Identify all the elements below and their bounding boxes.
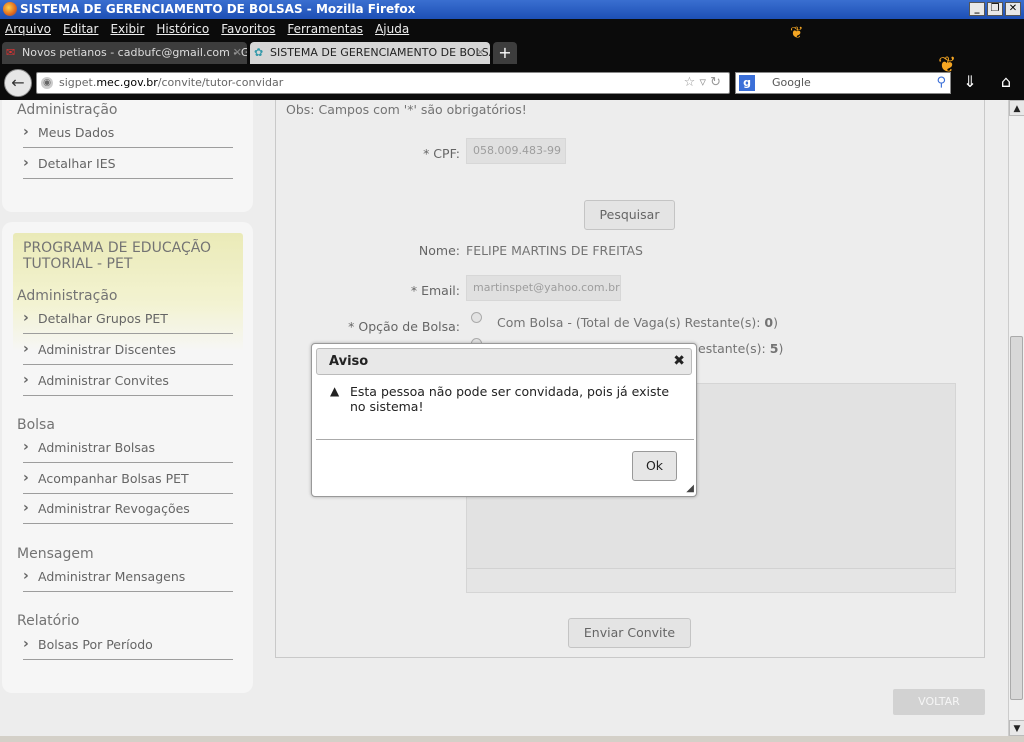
search-placeholder: Google bbox=[772, 76, 811, 89]
back-button[interactable]: ← bbox=[4, 69, 32, 97]
dialog-body: ▲ Esta pessoa não pode ser convidada, po… bbox=[330, 384, 680, 414]
ok-button[interactable]: Ok bbox=[632, 451, 677, 481]
tab-gmail[interactable]: ✉ Novos petianos - cadbufc@gmail.com - G… bbox=[2, 42, 247, 64]
download-icon[interactable]: ⇓ bbox=[958, 72, 982, 94]
url-path: /convite/tutor-convidar bbox=[157, 76, 284, 89]
warning-dialog: Aviso ✖ ▲ Esta pessoa não pode ser convi… bbox=[311, 343, 697, 497]
new-tab-button[interactable]: + bbox=[493, 42, 517, 64]
dialog-message: Esta pessoa não pode ser convidada, pois… bbox=[350, 384, 670, 414]
tab-label: SISTEMA DE GERENCIAMENTO DE BOLSAS bbox=[270, 46, 490, 59]
dialog-header: Aviso ✖ bbox=[316, 348, 692, 375]
menu-ferramentas[interactable]: Ferramentas bbox=[287, 19, 363, 39]
menu-favoritos[interactable]: Favoritos bbox=[221, 19, 275, 39]
menu-historico[interactable]: Histórico bbox=[156, 19, 209, 39]
dialog-title: Aviso bbox=[329, 354, 369, 369]
scroll-down-icon[interactable]: ▼ bbox=[1009, 720, 1024, 736]
site-identity-icon[interactable]: ◉ bbox=[41, 77, 53, 89]
tab-close-icon[interactable]: ✕ bbox=[476, 42, 485, 64]
window-title: SISTEMA DE GERENCIAMENTO DE BOLSAS - Moz… bbox=[20, 2, 416, 16]
url-bar[interactable]: ◉ sigpet.mec.gov.br/convite/tutor-convid… bbox=[36, 72, 730, 94]
restore-button[interactable]: ❐ bbox=[987, 2, 1003, 16]
gmail-icon: ✉ bbox=[6, 46, 16, 59]
search-box[interactable]: g Google ⚲ bbox=[735, 72, 951, 94]
window-controls: _ ❐ ✕ bbox=[969, 2, 1021, 16]
close-window-button[interactable]: ✕ bbox=[1005, 2, 1021, 16]
tab-label: Novos petianos - cadbufc@gmail.com - G..… bbox=[22, 46, 247, 59]
menu-ajuda[interactable]: Ajuda bbox=[375, 19, 409, 39]
warning-icon: ▲ bbox=[330, 384, 340, 398]
close-icon[interactable]: ✖ bbox=[673, 349, 685, 374]
status-bar bbox=[0, 736, 1024, 742]
search-icon[interactable]: ⚲ bbox=[936, 73, 946, 93]
butterfly-decoration-icon: ❦ bbox=[790, 23, 804, 42]
window-titlebar: SISTEMA DE GERENCIAMENTO DE BOLSAS - Moz… bbox=[0, 0, 1024, 19]
minimize-button[interactable]: _ bbox=[969, 2, 985, 16]
url-prefix: sigpet. bbox=[59, 76, 97, 89]
scroll-thumb[interactable] bbox=[1010, 336, 1023, 700]
dialog-divider bbox=[316, 439, 694, 440]
resize-grip-icon[interactable]: ◢ bbox=[686, 483, 694, 494]
scroll-up-icon[interactable]: ▲ bbox=[1009, 100, 1024, 116]
firefox-logo-icon bbox=[3, 2, 17, 16]
site-icon: ✿ bbox=[254, 46, 264, 59]
menu-editar[interactable]: Editar bbox=[63, 19, 99, 39]
browser-chrome: Arquivo Editar Exibir Histórico Favorito… bbox=[0, 19, 1024, 100]
tab-strip: ✉ Novos petianos - cadbufc@gmail.com - G… bbox=[0, 42, 517, 65]
navigation-bar: ← ◉ sigpet.mec.gov.br/convite/tutor-conv… bbox=[0, 69, 1024, 97]
home-icon[interactable]: ⌂ bbox=[994, 72, 1018, 94]
menu-exibir[interactable]: Exibir bbox=[110, 19, 144, 39]
menu-arquivo[interactable]: Arquivo bbox=[5, 19, 51, 39]
tab-sigpet[interactable]: ✿ SISTEMA DE GERENCIAMENTO DE BOLSAS ✕ bbox=[250, 42, 490, 64]
url-domain: mec.gov.br bbox=[96, 76, 158, 89]
google-icon[interactable]: g bbox=[739, 75, 755, 91]
tab-close-icon[interactable]: ✕ bbox=[233, 42, 242, 64]
bookmark-star-icon[interactable]: ☆ ▿ ↻ bbox=[684, 73, 721, 93]
menu-bar: Arquivo Editar Exibir Histórico Favorito… bbox=[0, 19, 409, 39]
vertical-scrollbar[interactable]: ▲ ▼ bbox=[1008, 100, 1024, 736]
